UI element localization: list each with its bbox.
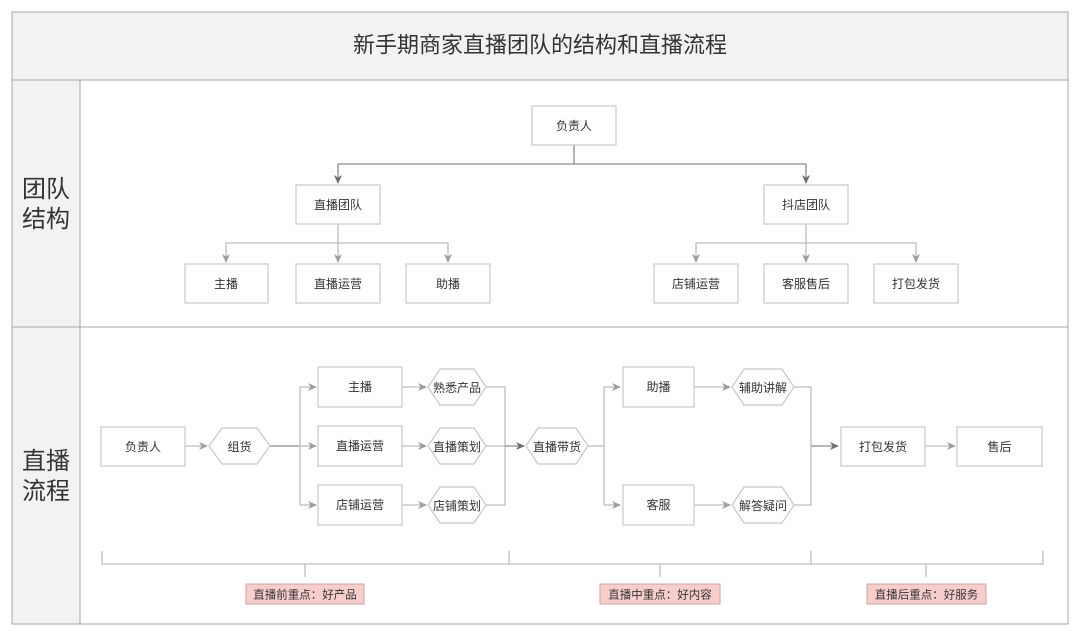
svg-text:助播: 助播 (436, 277, 460, 291)
focus-badge-post-live: 直播后重点：好服务 (866, 583, 987, 605)
section-label-live-flow-2: 流程 (22, 477, 70, 505)
flow-node-after-sales: 售后 (956, 426, 1043, 467)
svg-text:直播团队: 直播团队 (314, 197, 362, 212)
svg-text:主播: 主播 (214, 277, 238, 291)
flow-task-assist-explain: 辅助讲解 (731, 368, 795, 406)
flow-node-anchor: 主播 (317, 366, 403, 408)
svg-text:直播运营: 直播运营 (336, 439, 384, 453)
svg-text:辅助讲解: 辅助讲解 (739, 380, 787, 395)
org-node-douyin-store-team: 抖店团队 (763, 184, 849, 225)
flow-node-live-selling: 直播带货 (525, 427, 589, 465)
svg-text:打包发货: 打包发货 (892, 276, 940, 291)
org-node-anchor: 主播 (184, 263, 269, 304)
section-label-live-flow-1: 直播 (22, 447, 70, 475)
diagram-canvas: 新手期商家直播团队的结构和直播流程 团队 结构 直播 流程 负责人 直播团队 抖… (11, 11, 1069, 625)
flow-node-owner: 负责人 (100, 426, 186, 467)
svg-text:直播后重点：好服务: 直播后重点：好服务 (875, 588, 979, 602)
live-flow-panel (79, 326, 1069, 625)
svg-text:打包发货: 打包发货 (859, 439, 907, 454)
page-title: 新手期商家直播团队的结构和直播流程 (353, 34, 727, 59)
live-flow-side-band (11, 326, 81, 625)
org-node-live-team: 直播团队 (295, 184, 381, 225)
svg-text:客服: 客服 (646, 497, 670, 512)
svg-text:熟悉产品: 熟悉产品 (433, 380, 481, 395)
svg-text:售后: 售后 (987, 439, 1011, 454)
org-node-packing-shipping: 打包发货 (873, 263, 959, 304)
svg-text:店铺策划: 店铺策划 (433, 499, 481, 513)
svg-text:店铺运营: 店铺运营 (336, 498, 384, 512)
flow-node-assistant-anchor: 助播 (622, 366, 695, 408)
svg-text:助播: 助播 (646, 380, 670, 394)
org-node-customer-service: 客服售后 (763, 263, 849, 304)
flow-node-packing-shipping: 打包发货 (840, 426, 926, 467)
flow-task-live-planning: 直播策划 (427, 427, 487, 465)
flow-node-sourcing: 组货 (208, 427, 271, 465)
flow-task-know-products: 熟悉产品 (427, 368, 487, 406)
flow-task-store-planning: 店铺策划 (427, 486, 487, 524)
svg-text:客服售后: 客服售后 (782, 276, 830, 291)
org-node-live-operations: 直播运营 (295, 263, 381, 304)
svg-text:负责人: 负责人 (556, 119, 592, 133)
focus-badge-during-live: 直播中重点：好内容 (599, 583, 721, 605)
svg-text:直播带货: 直播带货 (533, 439, 581, 454)
svg-text:直播运营: 直播运营 (314, 277, 362, 291)
svg-text:组货: 组货 (227, 439, 251, 454)
section-label-team-structure-1: 团队 (22, 175, 70, 203)
svg-text:直播前重点：好产品: 直播前重点：好产品 (253, 588, 357, 602)
org-node-assistant-anchor: 助播 (405, 263, 491, 304)
svg-text:店铺运营: 店铺运营 (672, 277, 720, 291)
flow-node-store-operations: 店铺运营 (317, 484, 403, 526)
flow-node-customer-service: 客服 (622, 484, 695, 526)
svg-text:抖店团队: 抖店团队 (782, 197, 830, 212)
svg-text:直播策划: 直播策划 (433, 440, 481, 454)
team-structure-side-band (11, 79, 81, 328)
svg-text:主播: 主播 (348, 380, 372, 394)
flow-task-answer-questions: 解答疑问 (731, 486, 795, 524)
section-label-team-structure-2: 结构 (22, 205, 70, 233)
svg-text:直播中重点：好内容: 直播中重点：好内容 (608, 588, 712, 602)
focus-badge-pre-live: 直播前重点：好产品 (245, 583, 365, 605)
org-node-root: 负责人 (531, 105, 617, 146)
org-node-store-operations: 店铺运营 (653, 263, 739, 304)
svg-text:解答疑问: 解答疑问 (739, 498, 787, 513)
flow-node-live-operations: 直播运营 (317, 425, 403, 467)
svg-text:负责人: 负责人 (125, 440, 161, 454)
